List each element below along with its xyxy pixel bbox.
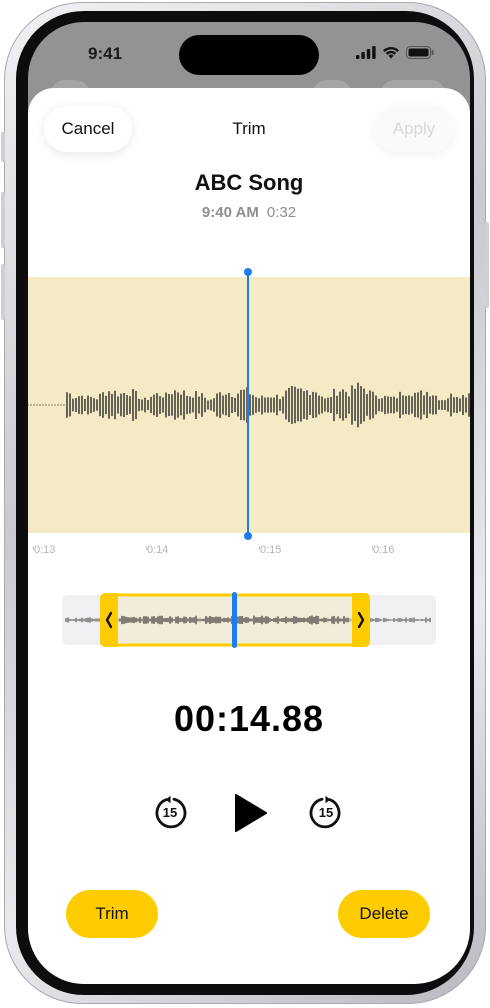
action-button: [1, 132, 5, 162]
screen: 9:41 Cancel Trim Apply ABC Song 9:40 AM …: [28, 22, 470, 984]
iphone-frame: 9:41 Cancel Trim Apply ABC Song 9:40 AM …: [1, 2, 489, 1004]
dynamic-island: [179, 35, 319, 75]
wifi-icon: [383, 47, 399, 59]
skip-forward-button[interactable]: 15: [308, 795, 344, 831]
playback-position: 00:14.88: [173, 698, 325, 739]
trim-button[interactable]: Trim: [66, 890, 158, 938]
battery-icon: [406, 46, 434, 59]
skip-back-seconds: 15: [162, 805, 178, 820]
trim-left-handle[interactable]: [100, 593, 118, 647]
overview-playhead[interactable]: [232, 592, 237, 648]
recording-duration: 0:32: [266, 204, 297, 221]
tick-label: 0:14: [147, 544, 169, 556]
recording-meta: 9:40 AM 0:32: [28, 204, 470, 221]
skip-forward-seconds: 15: [318, 805, 334, 820]
volume-down-button: [1, 264, 5, 320]
status-time: 9:41: [88, 44, 123, 63]
recording-time: 9:40 AM: [201, 204, 259, 221]
status-bar: 9:41: [28, 22, 470, 82]
recording-name: ABC Song: [194, 170, 304, 195]
apply-button[interactable]: Apply: [374, 106, 454, 152]
side-button: [485, 222, 489, 308]
playhead[interactable]: [242, 268, 254, 540]
tick-label: 0:16: [373, 544, 395, 556]
play-button[interactable]: [233, 793, 269, 833]
tick-label: 0:13: [34, 544, 56, 556]
timeline-ruler: 0:13 0:14 0:15 0:16: [28, 544, 470, 564]
cellular-signal-icon: [356, 46, 376, 59]
delete-button[interactable]: Delete: [338, 890, 430, 938]
tick-label: 0:15: [260, 544, 282, 556]
status-icons: [356, 46, 434, 59]
trim-right-handle[interactable]: [352, 593, 370, 647]
skip-back-button[interactable]: 15: [152, 795, 188, 831]
trim-selection[interactable]: [100, 592, 370, 648]
trim-sheet: Cancel Trim Apply ABC Song 9:40 AM 0:32 0…: [28, 88, 470, 984]
volume-up-button: [1, 192, 5, 248]
transport-controls: 15 15: [28, 783, 470, 843]
